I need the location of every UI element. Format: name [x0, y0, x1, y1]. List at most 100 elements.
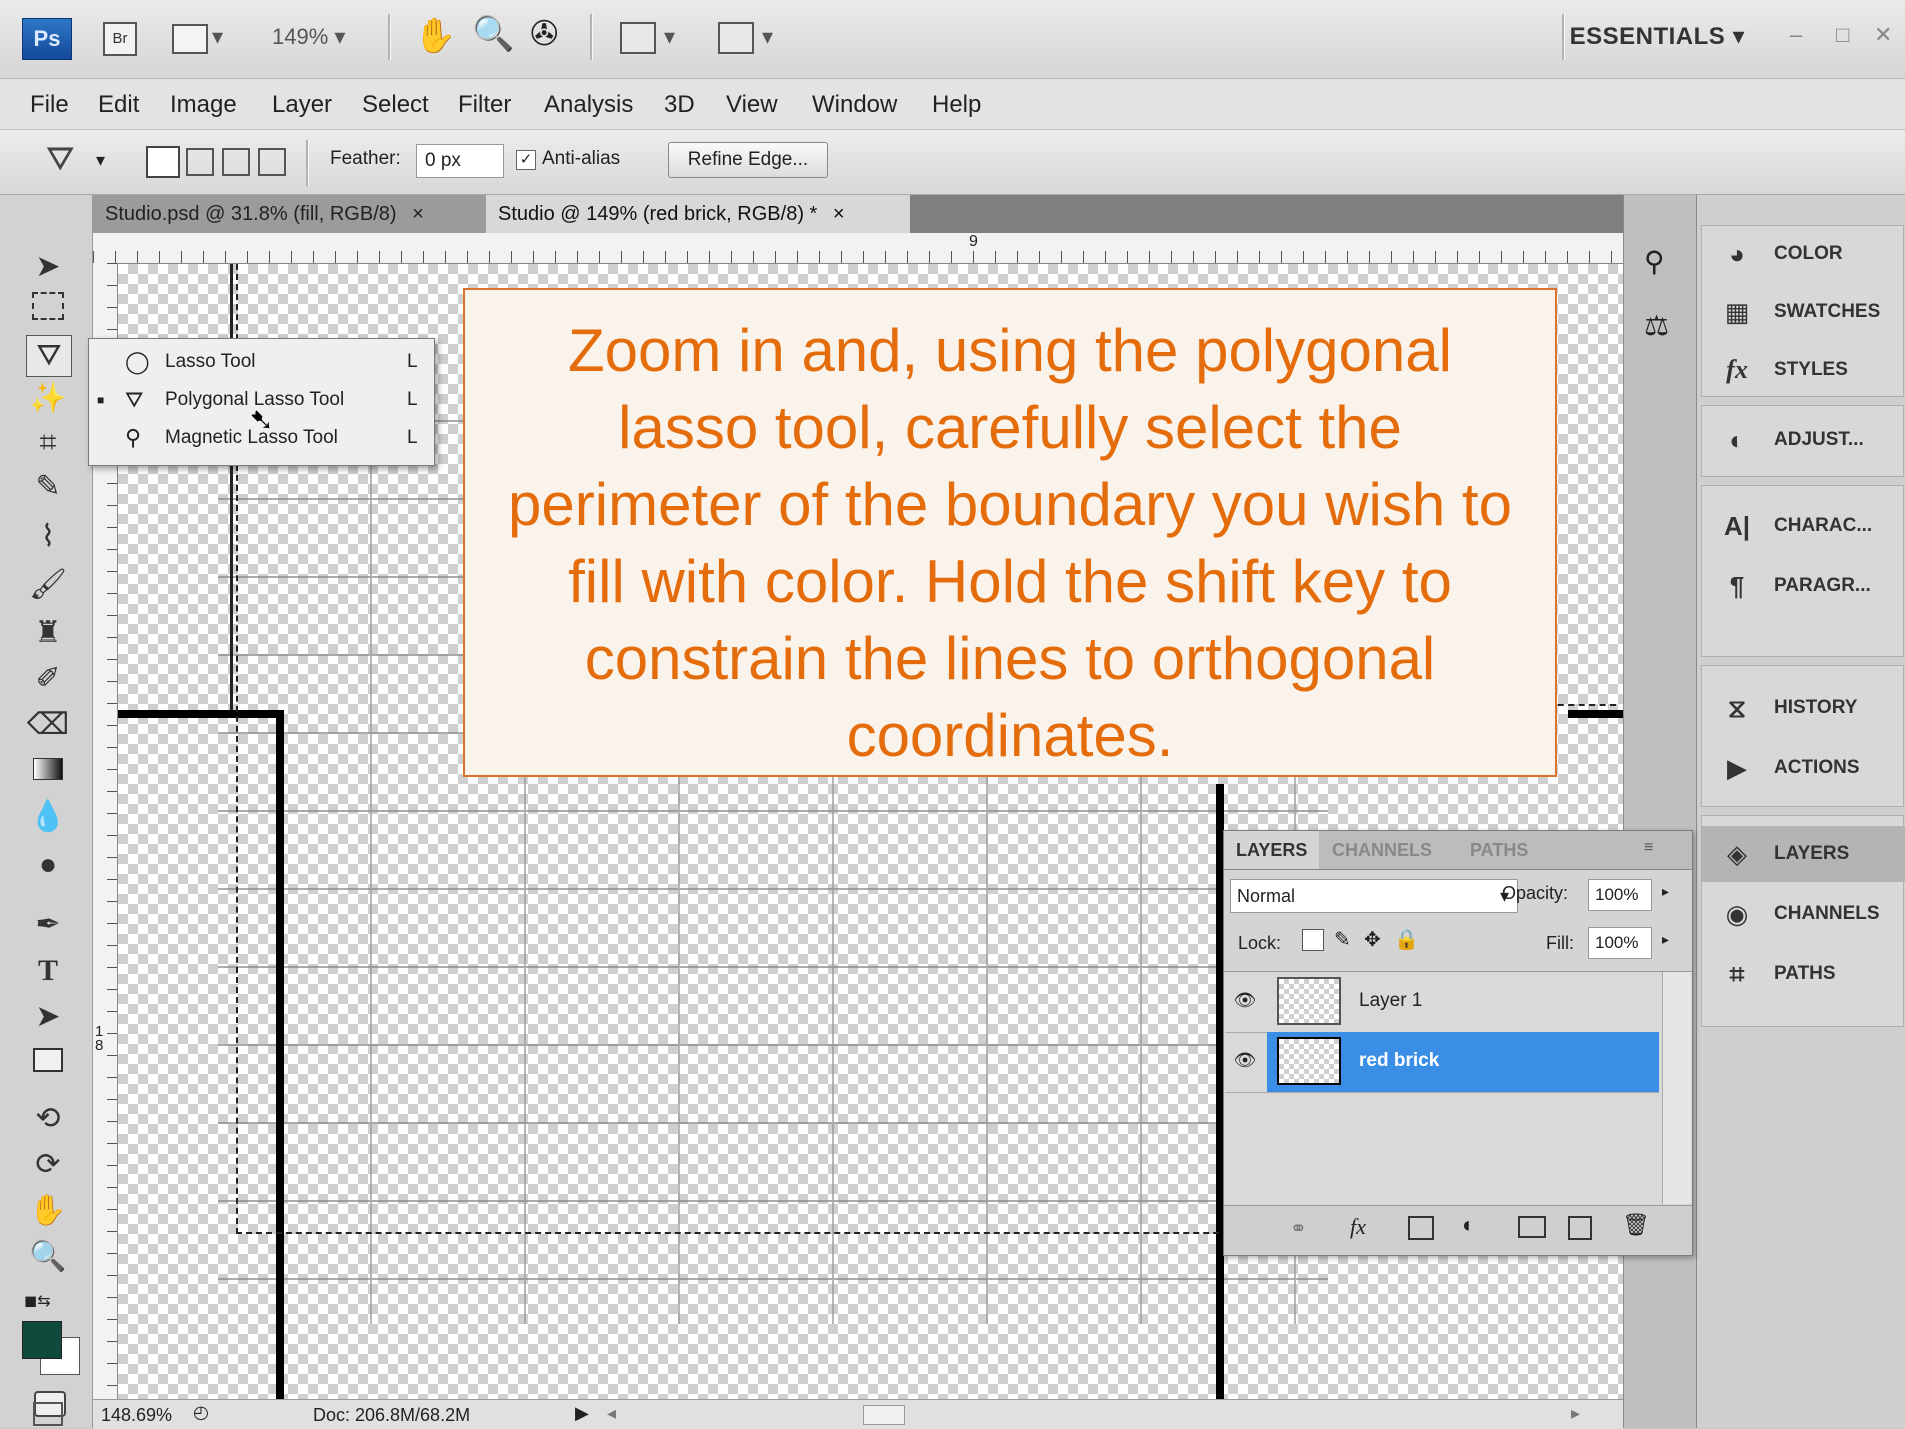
tab-close-icon[interactable]: ×: [412, 203, 424, 225]
panel-styles[interactable]: fx STYLES: [1702, 342, 1905, 398]
move-tool-icon[interactable]: ➤: [26, 247, 70, 287]
tab-channels[interactable]: CHANNELS: [1320, 831, 1444, 869]
intersect-selection-icon[interactable]: [258, 148, 286, 176]
marquee-tool-icon[interactable]: [26, 291, 70, 331]
tab-layers[interactable]: LAYERS: [1224, 831, 1320, 869]
menu-analysis[interactable]: Analysis: [544, 91, 633, 119]
visibility-eye-icon[interactable]: 👁: [1233, 990, 1257, 1010]
new-selection-icon[interactable]: [146, 146, 180, 178]
panel-character[interactable]: A| CHARAC...: [1702, 498, 1905, 554]
menu-image[interactable]: Image: [170, 91, 237, 119]
blur-tool-icon[interactable]: 💧: [26, 797, 70, 837]
brushes-panel-icon[interactable]: ⚲: [1644, 245, 1665, 278]
feather-input[interactable]: 0 px: [416, 144, 504, 178]
eyedropper-tool-icon[interactable]: ✎: [26, 467, 70, 507]
layer-row-layer-1[interactable]: 👁 Layer 1: [1225, 972, 1659, 1033]
layer-style-icon[interactable]: fx: [1350, 1214, 1366, 1240]
default-colors-icon[interactable]: ◼⇆: [24, 1291, 51, 1311]
bridge-button[interactable]: Br: [103, 22, 137, 56]
maximize-button[interactable]: □: [1836, 22, 1849, 48]
clone-source-panel-icon[interactable]: ⚖: [1644, 309, 1669, 342]
visibility-eye-icon[interactable]: 👁: [1233, 1050, 1257, 1070]
subtract-from-selection-icon[interactable]: [222, 148, 250, 176]
rotate-view-icon[interactable]: ✇: [530, 14, 559, 54]
quick-selection-tool-icon[interactable]: ✨: [26, 379, 70, 419]
zoom-level-dropdown[interactable]: 149% ▾: [272, 24, 345, 50]
tool-preset-icon[interactable]: ⛛: [46, 140, 75, 179]
tab-studio-active[interactable]: Studio @ 149% (red brick, RGB/8) * ×: [486, 195, 910, 233]
crop-tool-icon[interactable]: ⌗: [26, 423, 70, 463]
menu-view[interactable]: View: [726, 91, 778, 119]
tab-studio-psd[interactable]: Studio.psd @ 31.8% (fill, RGB/8) ×: [93, 195, 487, 233]
dodge-tool-icon[interactable]: ●: [26, 845, 70, 885]
clone-stamp-tool-icon[interactable]: ♜: [26, 613, 70, 653]
status-menu-icon[interactable]: ◴: [193, 1402, 209, 1423]
zoom-tool-icon[interactable]: 🔍: [472, 14, 514, 54]
panel-color[interactable]: ◕ COLOR: [1702, 226, 1905, 282]
minimize-button[interactable]: –: [1790, 22, 1802, 48]
status-left-icon[interactable]: [33, 1402, 63, 1426]
arrange-documents-icon[interactable]: [620, 22, 656, 54]
foreground-color-swatch[interactable]: [22, 1321, 62, 1359]
blend-mode-select[interactable]: Normal ▾: [1230, 879, 1518, 913]
brush-tool-icon[interactable]: 🖌: [26, 565, 70, 605]
flyout-item-lasso[interactable]: ◯ Lasso Tool L: [89, 343, 434, 381]
new-adjustment-layer-icon[interactable]: ◐: [1462, 1212, 1475, 1238]
history-brush-tool-icon[interactable]: ✐: [26, 659, 70, 699]
hand-tool-icon[interactable]: ✋: [414, 16, 456, 56]
panel-actions[interactable]: ▶ ACTIONS: [1702, 740, 1905, 796]
lasso-tool-icon[interactable]: ⛛: [26, 335, 72, 377]
screen-mode-icon[interactable]: [718, 22, 754, 54]
panel-paths[interactable]: ⌗ PATHS: [1702, 946, 1905, 1002]
lock-all-icon[interactable]: 🔒: [1394, 927, 1419, 952]
menu-file[interactable]: File: [30, 91, 69, 119]
screen-mode-dropdown-icon[interactable]: ▾: [762, 24, 773, 50]
add-mask-icon[interactable]: [1408, 1216, 1434, 1240]
fill-slider-arrow-icon[interactable]: ▸: [1662, 931, 1669, 948]
lock-pixels-icon[interactable]: ✎: [1334, 927, 1351, 952]
menu-layer[interactable]: Layer: [272, 91, 332, 119]
status-arrow-icon[interactable]: ▶: [575, 1403, 589, 1424]
panel-adjustments[interactable]: ◐ ADJUST...: [1702, 412, 1905, 468]
lock-position-icon[interactable]: ✥: [1364, 927, 1381, 952]
fill-input[interactable]: 100%: [1588, 927, 1652, 959]
panel-history[interactable]: ⧖ HISTORY: [1702, 680, 1905, 736]
layers-scrollbar[interactable]: [1662, 972, 1691, 1204]
tab-close-icon[interactable]: ×: [833, 203, 845, 225]
opacity-slider-arrow-icon[interactable]: ▸: [1662, 883, 1669, 900]
zoom-tool-icon[interactable]: 🔍: [26, 1237, 70, 1277]
photoshop-logo[interactable]: Ps: [22, 18, 72, 60]
panel-swatches[interactable]: ▦ SWATCHES: [1702, 284, 1905, 340]
3d-orbit-tool-icon[interactable]: ⟳: [26, 1145, 70, 1185]
tool-preset-dropdown-icon[interactable]: ▾: [96, 150, 105, 171]
scroll-right-icon[interactable]: ▸: [1571, 1403, 1580, 1424]
menu-edit[interactable]: Edit: [98, 91, 139, 119]
delete-layer-icon[interactable]: 🗑: [1622, 1212, 1650, 1238]
path-selection-tool-icon[interactable]: ➤: [26, 997, 70, 1037]
status-zoom[interactable]: 148.69%: [101, 1405, 172, 1426]
menu-help[interactable]: Help: [932, 91, 981, 119]
anti-alias-checkbox[interactable]: ✓: [516, 150, 536, 170]
tab-paths[interactable]: PATHS: [1458, 831, 1540, 869]
refine-edge-button[interactable]: Refine Edge...: [668, 142, 828, 178]
menu-window[interactable]: Window: [812, 91, 897, 119]
eraser-tool-icon[interactable]: ⌫: [26, 705, 70, 745]
panel-layers[interactable]: ◈ LAYERS: [1702, 826, 1905, 882]
hand-tool-icon[interactable]: ✋: [26, 1191, 70, 1231]
new-group-icon[interactable]: [1518, 1216, 1546, 1238]
panel-paragraph[interactable]: ¶ PARAGR...: [1702, 558, 1905, 614]
pen-tool-icon[interactable]: ✒: [26, 905, 70, 945]
arrange-documents-dropdown-icon[interactable]: ▾: [664, 24, 675, 50]
menu-select[interactable]: Select: [362, 91, 429, 119]
panel-menu-icon[interactable]: ≡: [1644, 839, 1653, 857]
gradient-tool-icon[interactable]: [26, 751, 70, 791]
view-extras-dropdown-icon[interactable]: ▾: [212, 24, 223, 50]
menu-3d[interactable]: 3D: [664, 91, 695, 119]
view-extras-icon[interactable]: [172, 24, 208, 54]
workspace-switcher[interactable]: ESSENTIALS ▾: [1570, 22, 1745, 51]
horizontal-scrollbar-thumb[interactable]: [863, 1405, 905, 1425]
panel-channels[interactable]: ◉ CHANNELS: [1702, 886, 1905, 942]
menu-filter[interactable]: Filter: [458, 91, 511, 119]
3d-rotate-tool-icon[interactable]: ⟲: [26, 1099, 70, 1139]
opacity-input[interactable]: 100%: [1588, 879, 1652, 911]
